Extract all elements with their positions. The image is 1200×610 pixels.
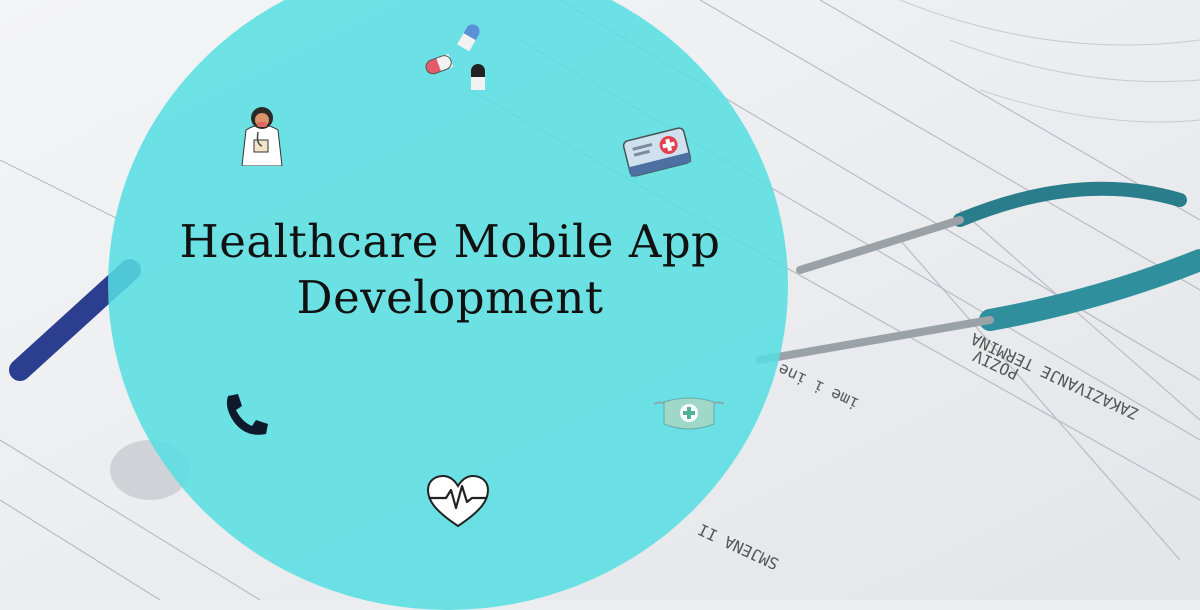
title-line-1: Healthcare Mobile App [179, 215, 721, 268]
heartbeat-icon [426, 474, 490, 528]
banner-title: Healthcare Mobile App Development [0, 214, 900, 326]
title-line-2: Development [296, 271, 604, 324]
medical-card-icon [622, 127, 692, 177]
phone-icon [226, 394, 268, 435]
pills-icon [425, 24, 485, 90]
doctor-icon [241, 107, 283, 166]
face-mask-icon [653, 397, 725, 430]
